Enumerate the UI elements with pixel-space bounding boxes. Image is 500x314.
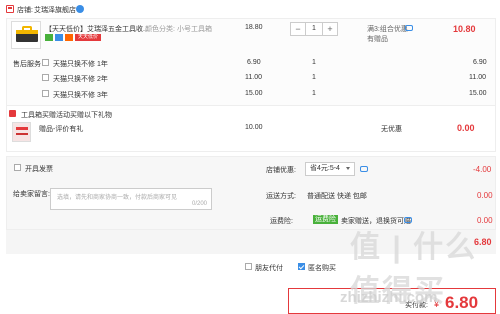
service-option-3-label: 天猫只换不修 3年 [53, 92, 108, 99]
product-thumbnail[interactable] [11, 21, 41, 49]
service-option-2-label: 天猫只换不修 2年 [53, 76, 108, 83]
service-option-1-price: 6.90 [247, 59, 261, 66]
item-unit-price: 18.80 [245, 24, 263, 31]
shipping-amount: 0.00 [477, 191, 493, 200]
store-label: 店铺: [17, 7, 33, 14]
service-option-1-label: 天猫只换不修 1年 [53, 61, 108, 68]
gift-thumbnail-stripe-shape [16, 127, 28, 130]
item-category-label: 颜色分类: [145, 26, 175, 33]
gift-section-title: 工具箱买赠活动 [21, 112, 70, 119]
store-discount-info-icon[interactable] [360, 166, 368, 172]
tmall-badge-icon [45, 34, 53, 41]
daily-low-price-tag: 天天低价 [75, 34, 101, 41]
service-option-3-price: 15.00 [245, 90, 263, 97]
discount-info-icon[interactable] [405, 25, 413, 31]
message-label: 给卖家留言: [13, 191, 50, 198]
store-bar: 店铺: 艾瑞泽旗舰店 [0, 0, 500, 18]
friend-pay-checkbox[interactable] [245, 263, 252, 270]
promo-badge-icon [65, 34, 73, 41]
shipping-label: 运送方式: [266, 193, 296, 200]
gift-name-link[interactable]: 赠品-评价有礼 [39, 124, 83, 134]
quantity-input[interactable]: 1 [305, 23, 323, 35]
insurance-label: 运费险: [270, 218, 293, 225]
insurance-badge: 运费险 [313, 215, 338, 224]
chat-icon[interactable] [76, 5, 84, 13]
item-title-link[interactable]: 【天天低价】艾瑞泽五金工具收... [45, 24, 149, 34]
service-section: 售后服务 天猫只换不修 1年 6.90 1 6.90 天猫只换不修 2年 11.… [6, 54, 496, 106]
message-placeholder: 选填，请先和商家协商一致，付款后商家可见 [57, 195, 178, 201]
service-option-2-qty: 1 [312, 74, 316, 81]
store-icon [6, 5, 14, 13]
quantity-increase-button[interactable]: + [323, 23, 337, 35]
gift-discount-note: 无优惠 [381, 126, 402, 133]
item-category-value: 小号工具箱 [177, 26, 212, 33]
anonymous-label: 匿名购买 [308, 265, 336, 272]
item-gift-note: 有赠品 [367, 36, 388, 43]
service-option-2-total: 11.00 [469, 74, 486, 81]
service-label: 售后服务 [13, 61, 41, 68]
service-option-3-total: 15.00 [469, 90, 487, 97]
quantity-stepper[interactable]: − 1 + [290, 22, 338, 36]
toolbox-lid-shape [16, 30, 38, 34]
message-counter: 0/200 [191, 201, 207, 207]
message-textarea[interactable]: 选填，请先和商家协商一致，付款后商家可见 0/200 [50, 188, 212, 210]
service-option-2-price: 11.00 [245, 74, 262, 81]
service-option-3-qty: 1 [312, 90, 316, 97]
service-option-3-checkbox[interactable] [42, 90, 49, 97]
service-option-2-checkbox[interactable] [42, 74, 49, 81]
friend-pay-label: 朋友代付 [255, 265, 283, 272]
store-discount-amount: -4.00 [473, 165, 492, 174]
invoice-label: 开具发票 [25, 166, 53, 173]
gift-section: 工具箱买赠活动 买赠以下礼物 赠品-评价有礼 10.00 无优惠 0.00 [6, 106, 496, 152]
store-discount-select[interactable]: 省4元:5-4 [305, 162, 355, 176]
service-option-1-qty: 1 [312, 59, 316, 66]
store-name-link[interactable]: 艾瑞泽旗舰店 [34, 5, 76, 15]
gift-total: 0.00 [457, 123, 475, 133]
item-row: 【天天低价】艾瑞泽五金工具收... 颜色分类: 小号工具箱 天天低价 18.80… [6, 18, 496, 54]
service-option-1-total: 6.90 [473, 59, 487, 66]
item-subtotal: 10.80 [453, 24, 476, 34]
invoice-checkbox[interactable] [14, 164, 21, 171]
service-badge-icon [55, 34, 63, 41]
shipping-value: 普通配送 快递 包邮 [307, 193, 367, 200]
service-option-1-checkbox[interactable] [42, 59, 49, 66]
gift-thumbnail-stripe-shape-2 [16, 133, 28, 135]
anonymous-checkbox[interactable] [298, 263, 305, 270]
store-discount-label: 店铺优惠: [266, 167, 296, 174]
quantity-decrease-button[interactable]: − [291, 23, 305, 35]
gift-thumbnail[interactable] [12, 122, 31, 142]
watermark-url: zhizhizhi.com [340, 289, 438, 306]
gift-price: 10.00 [245, 124, 263, 131]
item-discount-note: 满3:组合优惠 [367, 26, 408, 33]
gift-icon [9, 110, 16, 117]
gift-section-subtitle: 买赠以下礼物 [70, 112, 112, 119]
